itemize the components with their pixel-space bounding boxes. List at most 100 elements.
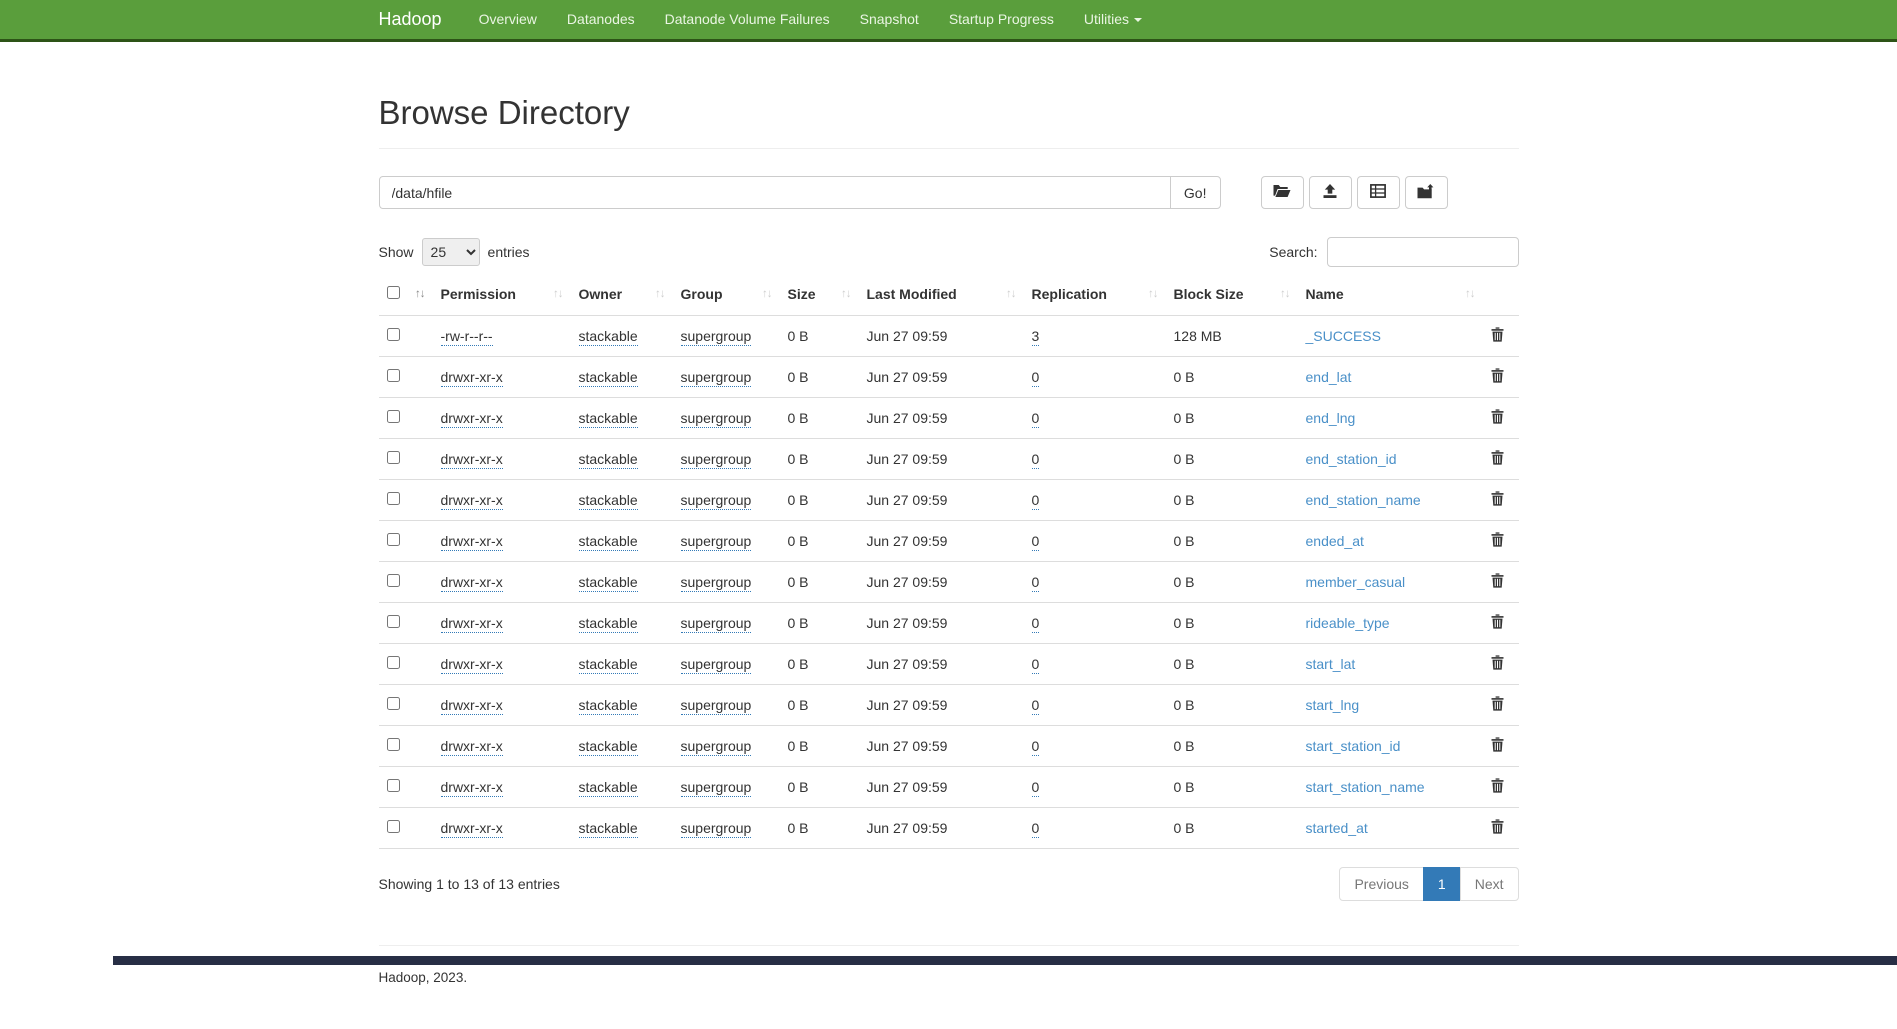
delete-icon[interactable] bbox=[1491, 491, 1504, 506]
col-permission[interactable]: Permission bbox=[441, 286, 516, 302]
delete-icon[interactable] bbox=[1491, 614, 1504, 629]
nav-overview[interactable]: Overview bbox=[464, 0, 552, 39]
owner-value[interactable]: stackable bbox=[579, 451, 638, 469]
row-checkbox[interactable] bbox=[387, 410, 400, 423]
nav-datanode-volume-failures[interactable]: Datanode Volume Failures bbox=[650, 0, 845, 39]
permission-value[interactable]: -rw-r--r-- bbox=[441, 328, 493, 346]
delete-icon[interactable] bbox=[1491, 532, 1504, 547]
delete-icon[interactable] bbox=[1491, 655, 1504, 670]
replication-value[interactable]: 0 bbox=[1032, 697, 1040, 715]
col-replication[interactable]: Replication bbox=[1032, 286, 1107, 302]
group-value[interactable]: supergroup bbox=[681, 451, 752, 469]
sort-icon[interactable]: ↑↓ bbox=[415, 286, 425, 302]
row-checkbox[interactable] bbox=[387, 697, 400, 710]
owner-value[interactable]: stackable bbox=[579, 738, 638, 756]
group-value[interactable]: supergroup bbox=[681, 820, 752, 838]
group-value[interactable]: supergroup bbox=[681, 656, 752, 674]
group-value[interactable]: supergroup bbox=[681, 410, 752, 428]
group-value[interactable]: supergroup bbox=[681, 369, 752, 387]
file-name-link[interactable]: end_lat bbox=[1306, 369, 1352, 385]
nav-utilities-dropdown[interactable]: Utilities bbox=[1069, 0, 1157, 39]
delete-icon[interactable] bbox=[1491, 368, 1504, 383]
owner-value[interactable]: stackable bbox=[579, 492, 638, 510]
permission-value[interactable]: drwxr-xr-x bbox=[441, 697, 503, 715]
row-checkbox[interactable] bbox=[387, 451, 400, 464]
file-name-link[interactable]: ended_at bbox=[1306, 533, 1364, 549]
row-checkbox[interactable] bbox=[387, 820, 400, 833]
owner-value[interactable]: stackable bbox=[579, 656, 638, 674]
file-name-link[interactable]: end_lng bbox=[1306, 410, 1356, 426]
delete-icon[interactable] bbox=[1491, 573, 1504, 588]
replication-value[interactable]: 0 bbox=[1032, 451, 1040, 469]
delete-icon[interactable] bbox=[1491, 450, 1504, 465]
row-checkbox[interactable] bbox=[387, 738, 400, 751]
file-name-link[interactable]: _SUCCESS bbox=[1306, 328, 1381, 344]
row-checkbox[interactable] bbox=[387, 615, 400, 628]
sort-icon[interactable]: ↑↓ bbox=[1465, 286, 1475, 302]
replication-value[interactable]: 0 bbox=[1032, 820, 1040, 838]
replication-value[interactable]: 0 bbox=[1032, 779, 1040, 797]
owner-value[interactable]: stackable bbox=[579, 574, 638, 592]
page-size-select[interactable]: 25 bbox=[422, 238, 480, 266]
replication-value[interactable]: 0 bbox=[1032, 492, 1040, 510]
replication-value[interactable]: 0 bbox=[1032, 533, 1040, 551]
owner-value[interactable]: stackable bbox=[579, 697, 638, 715]
group-value[interactable]: supergroup bbox=[681, 574, 752, 592]
delete-icon[interactable] bbox=[1491, 737, 1504, 752]
row-checkbox[interactable] bbox=[387, 328, 400, 341]
replication-value[interactable]: 0 bbox=[1032, 410, 1040, 428]
select-all-checkbox[interactable] bbox=[387, 286, 400, 299]
file-name-link[interactable]: start_station_name bbox=[1306, 779, 1425, 795]
row-checkbox[interactable] bbox=[387, 533, 400, 546]
row-checkbox[interactable] bbox=[387, 779, 400, 792]
file-name-link[interactable]: start_station_id bbox=[1306, 738, 1401, 754]
group-value[interactable]: supergroup bbox=[681, 738, 752, 756]
group-value[interactable]: supergroup bbox=[681, 779, 752, 797]
file-name-link[interactable]: end_station_id bbox=[1306, 451, 1397, 467]
delete-icon[interactable] bbox=[1491, 819, 1504, 834]
row-checkbox[interactable] bbox=[387, 574, 400, 587]
navbar-brand[interactable]: Hadoop bbox=[379, 0, 442, 39]
replication-value[interactable]: 0 bbox=[1032, 574, 1040, 592]
delete-icon[interactable] bbox=[1491, 778, 1504, 793]
col-block-size[interactable]: Block Size bbox=[1174, 286, 1244, 302]
permission-value[interactable]: drwxr-xr-x bbox=[441, 533, 503, 551]
col-group[interactable]: Group bbox=[681, 286, 723, 302]
permission-value[interactable]: drwxr-xr-x bbox=[441, 410, 503, 428]
sort-icon[interactable]: ↑↓ bbox=[1006, 286, 1016, 302]
permission-value[interactable]: drwxr-xr-x bbox=[441, 820, 503, 838]
row-checkbox[interactable] bbox=[387, 656, 400, 669]
group-value[interactable]: supergroup bbox=[681, 492, 752, 510]
list-view-button[interactable] bbox=[1357, 176, 1400, 209]
permission-value[interactable]: drwxr-xr-x bbox=[441, 574, 503, 592]
owner-value[interactable]: stackable bbox=[579, 820, 638, 838]
sort-icon[interactable]: ↑↓ bbox=[655, 286, 665, 302]
pagination-previous[interactable]: Previous bbox=[1339, 867, 1423, 901]
permission-value[interactable]: drwxr-xr-x bbox=[441, 615, 503, 633]
sort-icon[interactable]: ↑↓ bbox=[1148, 286, 1158, 302]
permission-value[interactable]: drwxr-xr-x bbox=[441, 656, 503, 674]
file-name-link[interactable]: started_at bbox=[1306, 820, 1368, 836]
owner-value[interactable]: stackable bbox=[579, 533, 638, 551]
nav-snapshot[interactable]: Snapshot bbox=[845, 0, 934, 39]
replication-value[interactable]: 0 bbox=[1032, 656, 1040, 674]
file-name-link[interactable]: start_lat bbox=[1306, 656, 1356, 672]
file-name-link[interactable]: rideable_type bbox=[1306, 615, 1390, 631]
owner-value[interactable]: stackable bbox=[579, 369, 638, 387]
owner-value[interactable]: stackable bbox=[579, 779, 638, 797]
folder-upload-button[interactable] bbox=[1405, 176, 1448, 209]
directory-path-input[interactable] bbox=[379, 176, 1171, 209]
sort-icon[interactable]: ↑↓ bbox=[841, 286, 851, 302]
col-owner[interactable]: Owner bbox=[579, 286, 623, 302]
replication-value[interactable]: 0 bbox=[1032, 369, 1040, 387]
delete-icon[interactable] bbox=[1491, 409, 1504, 424]
pagination-next[interactable]: Next bbox=[1460, 867, 1519, 901]
group-value[interactable]: supergroup bbox=[681, 533, 752, 551]
permission-value[interactable]: drwxr-xr-x bbox=[441, 779, 503, 797]
replication-value[interactable]: 0 bbox=[1032, 615, 1040, 633]
delete-icon[interactable] bbox=[1491, 327, 1504, 342]
group-value[interactable]: supergroup bbox=[681, 328, 752, 346]
owner-value[interactable]: stackable bbox=[579, 328, 638, 346]
permission-value[interactable]: drwxr-xr-x bbox=[441, 451, 503, 469]
nav-startup-progress[interactable]: Startup Progress bbox=[934, 0, 1069, 39]
